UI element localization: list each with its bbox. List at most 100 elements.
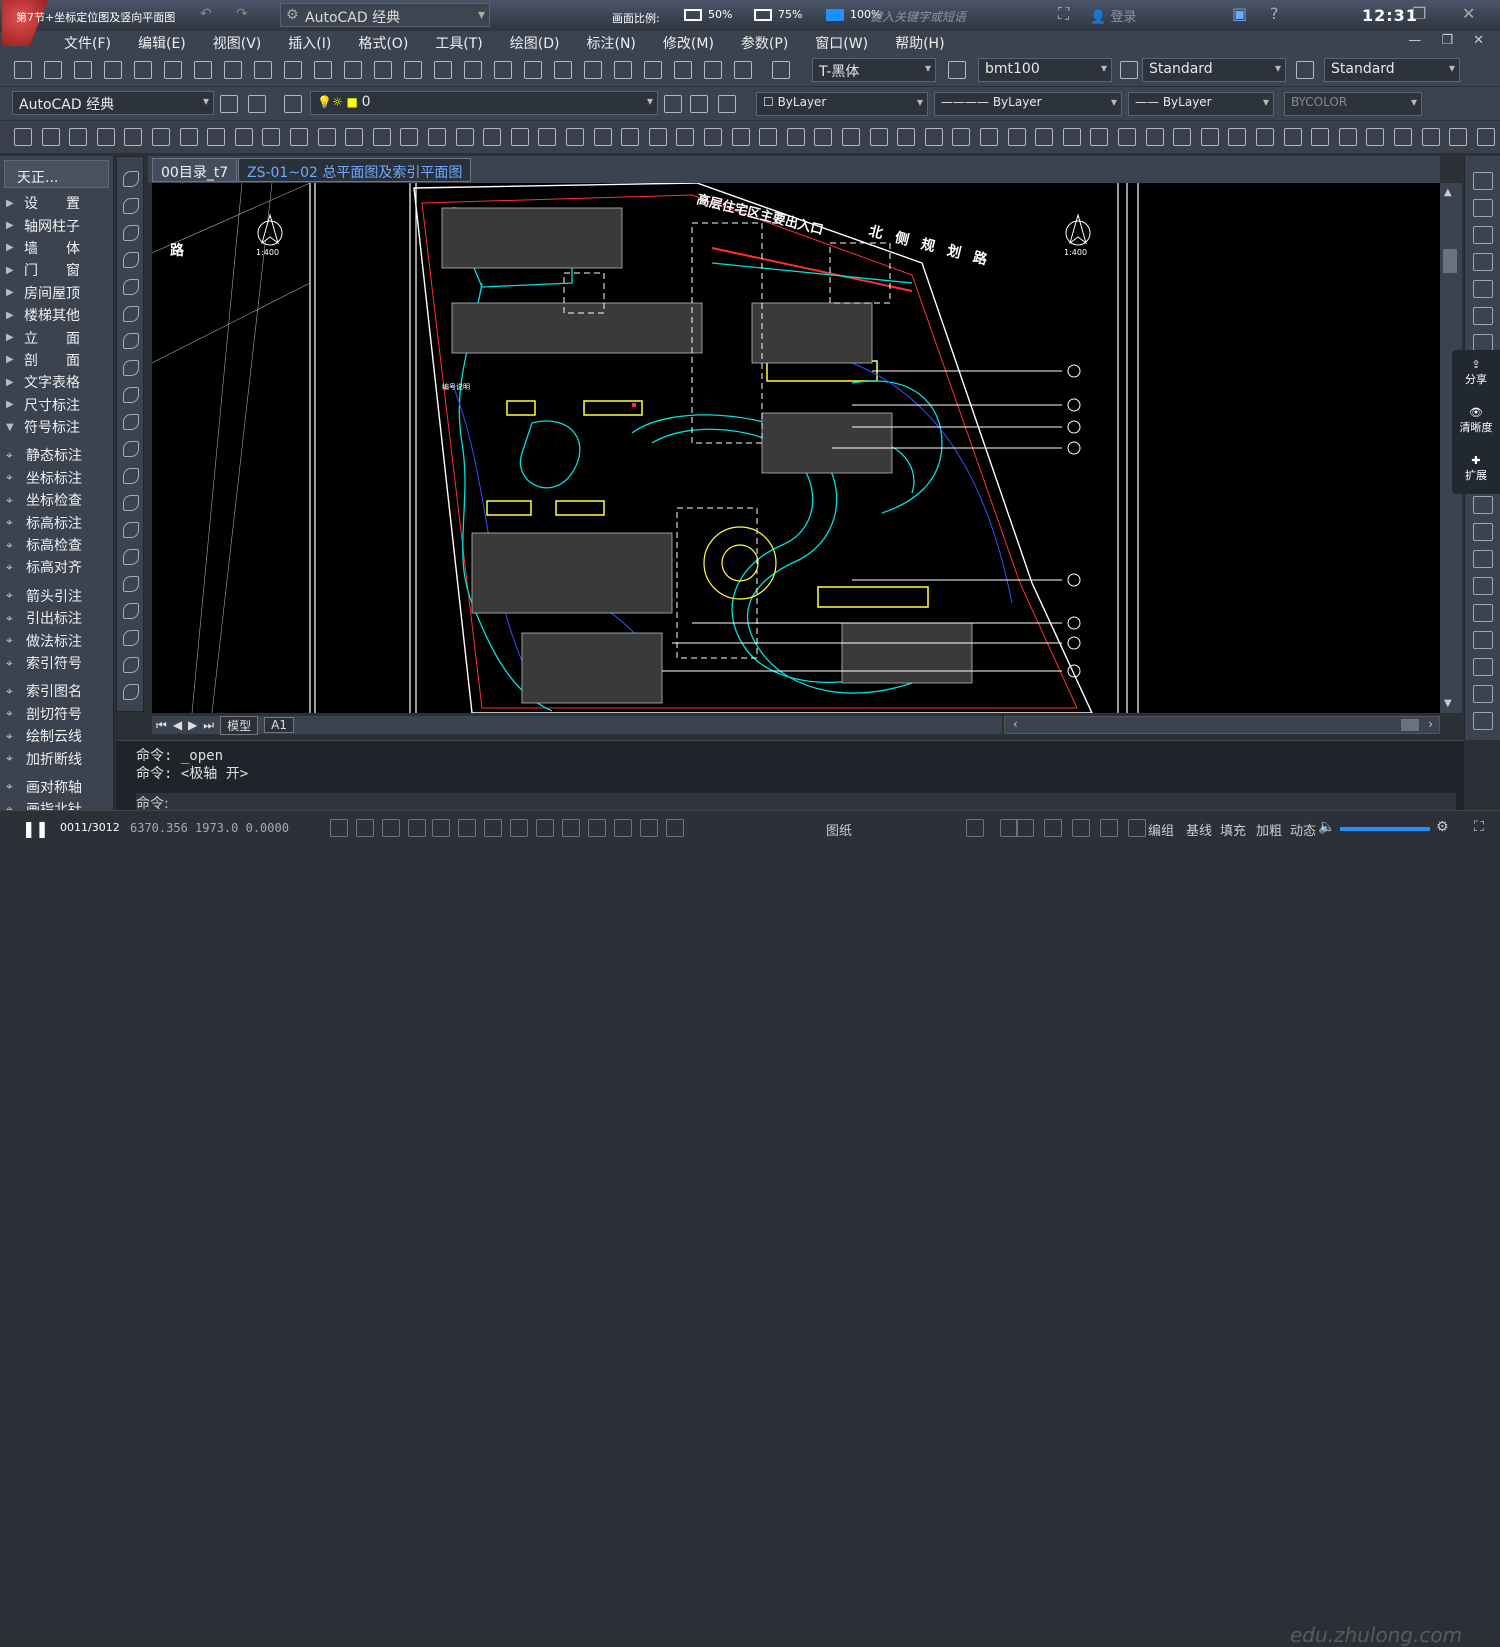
draw-tool-9-icon[interactable] [123, 387, 139, 403]
mdi-window-controls[interactable]: — ❐ ✕ [1408, 33, 1492, 48]
toolbar-tool-11-icon[interactable] [314, 61, 332, 79]
menu-tools[interactable]: 工具(T) [435, 33, 482, 53]
tangent-tool-6-icon[interactable] [152, 128, 170, 146]
palette-item[interactable]: ▶ 设 置 [0, 192, 113, 214]
tangent-tool-26-icon[interactable] [704, 128, 722, 146]
draw-tool-19-icon[interactable] [123, 657, 139, 673]
help-icon[interactable]: ? [1270, 4, 1279, 23]
toolbar-tool-20-icon[interactable] [584, 61, 602, 79]
palette-item[interactable]: ▶ 轴网柱子 [0, 214, 113, 236]
draw-tool-17-icon[interactable] [123, 603, 139, 619]
status-toggle-5-icon[interactable] [432, 819, 450, 837]
status-toggle-1-icon[interactable] [330, 819, 348, 837]
restore-icon[interactable]: ❐ [1412, 4, 1426, 23]
menu-format[interactable]: 格式(O) [358, 33, 408, 53]
palette-item[interactable]: ▶ 墙 体 [0, 237, 113, 259]
tangent-tool-5-icon[interactable] [124, 128, 142, 146]
palette-item[interactable]: ▶ 楼梯其他 [0, 304, 113, 326]
palette-item[interactable]: ▼ 符号标注 [0, 416, 113, 438]
tangent-tool-39-icon[interactable] [1063, 128, 1081, 146]
tangent-tool-45-icon[interactable] [1228, 128, 1246, 146]
palette-item[interactable]: ⌖ 索引图名 [0, 680, 113, 702]
modify-tool-20-icon[interactable] [1473, 685, 1493, 703]
tab-nav-next[interactable]: ▶ [188, 718, 197, 732]
share-button[interactable]: ⇪ 分享 [1452, 358, 1500, 387]
tangent-tool-17-icon[interactable] [456, 128, 474, 146]
status-toggle-9-icon[interactable] [536, 819, 554, 837]
palette-item[interactable]: ⌖ 坐标标注 [0, 467, 113, 489]
tangent-tool-43-icon[interactable] [1173, 128, 1191, 146]
modify-tool-15-icon[interactable] [1473, 550, 1493, 568]
palette-item[interactable]: ▶ 立 面 [0, 326, 113, 348]
draw-tool-18-icon[interactable] [123, 630, 139, 646]
modify-tool-2-icon[interactable] [1473, 199, 1493, 217]
tangent-tool-29-icon[interactable] [787, 128, 805, 146]
toolbar-tool-26-icon[interactable] [772, 61, 790, 79]
modify-tool-16-icon[interactable] [1473, 577, 1493, 595]
tangent-tool-19-icon[interactable] [511, 128, 529, 146]
toolbar-tool-14-icon[interactable] [404, 61, 422, 79]
tangent-tool-27-icon[interactable] [732, 128, 750, 146]
workspace-toolbar-combo[interactable]: AutoCAD 经典 [12, 91, 214, 115]
toolbar-tool-13-icon[interactable] [374, 61, 392, 79]
palette-item[interactable]: ⌖ 绘制云线 [0, 725, 113, 747]
draw-tool-5-icon[interactable] [123, 279, 139, 295]
status-toggle-3-icon[interactable] [382, 819, 400, 837]
status-toggle-8-icon[interactable] [510, 819, 528, 837]
tab-site-plan[interactable]: ZS-01~02 总平面图及索引平面图 [238, 158, 472, 182]
tangent-tool-24-icon[interactable] [649, 128, 667, 146]
linetype-combo[interactable]: ———— ByLayer [934, 92, 1122, 116]
draw-tool-4-icon[interactable] [123, 252, 139, 268]
palette-item[interactable]: ⌖ 标高对齐 [0, 556, 113, 578]
palette-item[interactable]: ⌖ 索引符号 [0, 652, 113, 674]
toolbar-tool-6-icon[interactable] [164, 61, 182, 79]
tangent-tool-41-icon[interactable] [1118, 128, 1136, 146]
palette-item[interactable]: ⌖ 标高检查 [0, 534, 113, 556]
toolbar-tool-16-icon[interactable] [464, 61, 482, 79]
menu-insert[interactable]: 插入(I) [288, 33, 331, 53]
toolbar-tool-29-icon[interactable] [1296, 61, 1314, 79]
draw-tool-12-icon[interactable] [123, 468, 139, 484]
draw-tool-10-icon[interactable] [123, 414, 139, 430]
tangent-tool-38-icon[interactable] [1035, 128, 1053, 146]
table-style-combo[interactable]: Standard [1142, 58, 1286, 82]
status-toggle-17-icon[interactable] [1016, 819, 1034, 837]
tangent-tool-22-icon[interactable] [594, 128, 612, 146]
tangent-tool-44-icon[interactable] [1201, 128, 1219, 146]
toolbar-tool-25-icon[interactable] [734, 61, 752, 79]
toolbar-tool-10-icon[interactable] [284, 61, 302, 79]
tangent-tool-10-icon[interactable] [262, 128, 280, 146]
fullscreen-icon[interactable]: ⛶ [1474, 819, 1484, 835]
layer-tool-4-icon[interactable] [664, 95, 682, 113]
status-group[interactable]: 编组 [1148, 820, 1174, 839]
status-toggle-20-icon[interactable] [1100, 819, 1118, 837]
tangent-tool-18-icon[interactable] [483, 128, 501, 146]
toolbar-tool-1-icon[interactable] [14, 61, 32, 79]
tangent-tool-4-icon[interactable] [97, 128, 115, 146]
toolbar-tool-5-icon[interactable] [134, 61, 152, 79]
status-dynamic[interactable]: 动态 [1290, 820, 1316, 839]
draw-tool-11-icon[interactable] [123, 441, 139, 457]
menu-help[interactable]: 帮助(H) [895, 33, 944, 53]
palette-item[interactable]: ⌖ 剖切符号 [0, 703, 113, 725]
palette-item[interactable]: ⌖ 箭头引注 [0, 585, 113, 607]
tangent-tool-46-icon[interactable] [1256, 128, 1274, 146]
draw-tool-1-icon[interactable] [123, 171, 139, 187]
draw-tool-14-icon[interactable] [123, 522, 139, 538]
toolbar-tool-18-icon[interactable] [524, 61, 542, 79]
status-fill[interactable]: 填充 [1220, 820, 1246, 839]
palette-title[interactable]: 天正... [4, 160, 109, 188]
tab-a1[interactable]: A1 [264, 717, 294, 733]
status-toggle-2-icon[interactable] [356, 819, 374, 837]
modify-tool-1-icon[interactable] [1473, 172, 1493, 190]
tangent-tool-42-icon[interactable] [1146, 128, 1164, 146]
layer-tool-2-icon[interactable] [248, 95, 266, 113]
palette-item[interactable]: ▶ 文字表格 [0, 371, 113, 393]
status-toggle-19-icon[interactable] [1072, 819, 1090, 837]
tangent-tool-50-icon[interactable] [1366, 128, 1384, 146]
plotstyle-combo[interactable]: BYCOLOR [1284, 92, 1422, 116]
modify-tool-3-icon[interactable] [1473, 226, 1493, 244]
tab-model[interactable]: 模型 [220, 715, 259, 735]
toolbar-tool-9-icon[interactable] [254, 61, 272, 79]
draw-tool-16-icon[interactable] [123, 576, 139, 592]
